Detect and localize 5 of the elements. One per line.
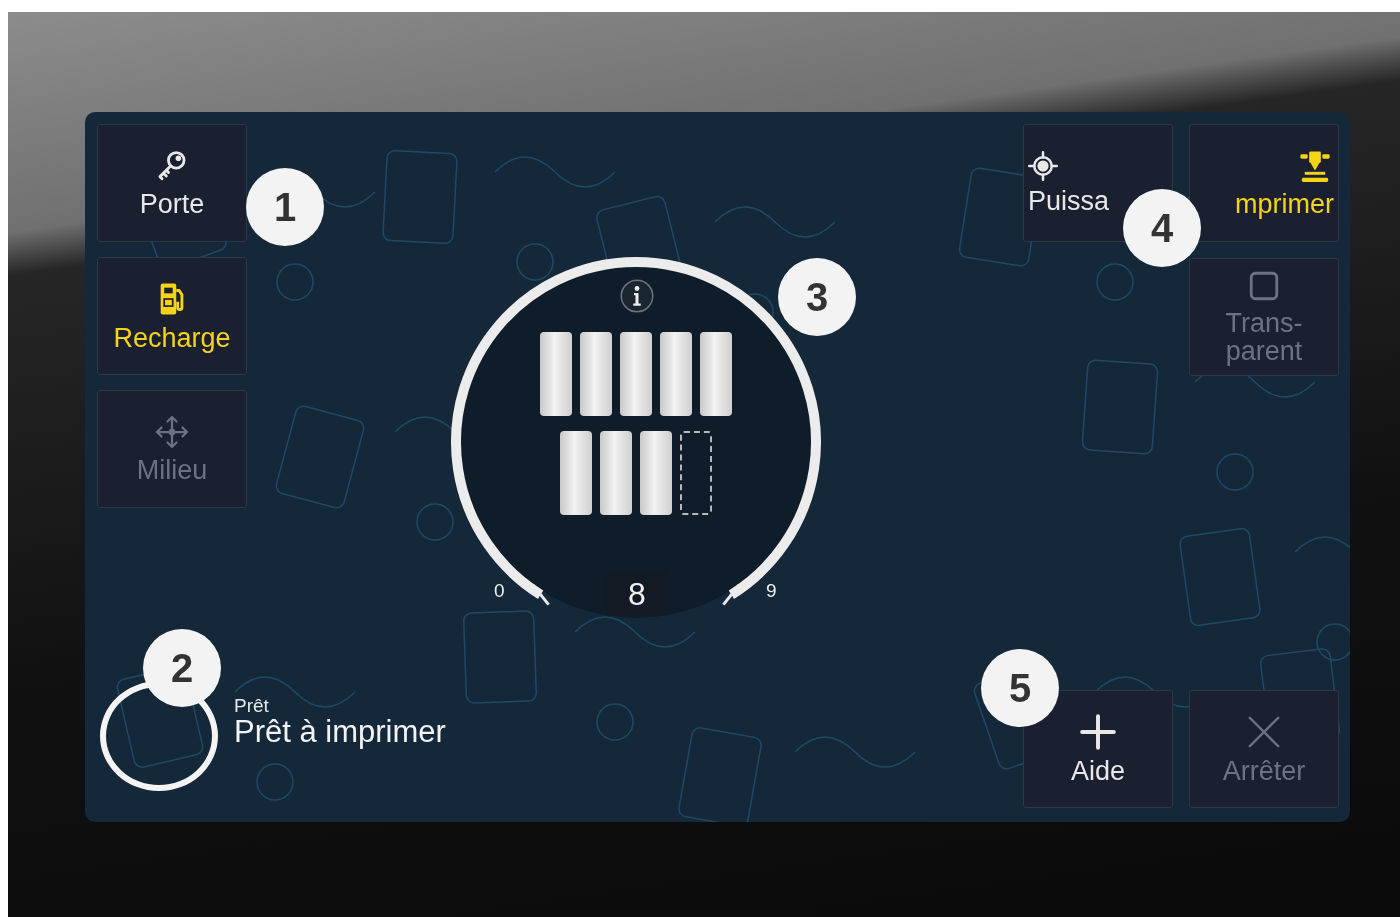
status-title: Prêt <box>234 696 270 715</box>
gauge-value: 8 <box>606 572 668 616</box>
status-message: Prêt à imprimer <box>234 715 446 750</box>
gauge-min-label: 0 <box>494 580 505 602</box>
gauge-max-label: 9 <box>766 580 777 602</box>
